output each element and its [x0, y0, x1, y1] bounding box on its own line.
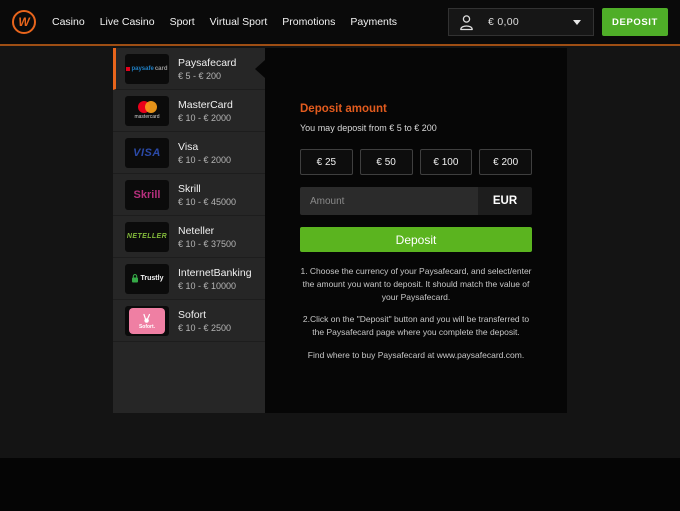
trustly-logo-icon: Trustly [125, 264, 169, 294]
navbar-right: € 0,00 DEPOSIT [448, 8, 668, 36]
amount-chip-200[interactable]: € 200 [479, 149, 532, 175]
method-skrill[interactable]: Skrill Skrill € 10 - € 45000 [113, 174, 265, 216]
paysafecard-logo-icon: paysafecard [125, 54, 169, 84]
mastercard-logo-text: mastercard [134, 114, 159, 120]
deposit-range-subtitle: You may deposit from € 5 to € 200 [300, 123, 532, 133]
amount-chip-25[interactable]: € 25 [300, 149, 353, 175]
method-range: € 10 - € 2500 [178, 323, 231, 333]
skrill-logo-icon: Skrill [125, 180, 169, 210]
instruction-step-1: 1. Choose the currency of your Paysafeca… [300, 265, 532, 303]
currency-label: EUR [478, 187, 532, 215]
nav-item-sport[interactable]: Sport [170, 16, 195, 28]
instruction-buy-info: Find where to buy Paysafecard at www.pay… [300, 349, 532, 362]
payment-methods-sidebar: paysafecard Paysafecard € 5 - € 200 mast… [113, 48, 265, 413]
sofort-logo-icon: Sofort. [125, 306, 169, 336]
preset-amounts: € 25 € 50 € 100 € 200 [300, 149, 532, 175]
method-range: € 10 - € 45000 [178, 197, 236, 207]
method-range: € 10 - € 2000 [178, 113, 233, 123]
method-visa[interactable]: VISA Visa € 10 - € 2000 [113, 132, 265, 174]
amount-chip-100[interactable]: € 100 [420, 149, 473, 175]
deposit-panel: Deposit amount You may deposit from € 5 … [265, 48, 567, 413]
method-name: Sofort [178, 309, 231, 321]
main-nav: Casino Live Casino Sport Virtual Sport P… [52, 16, 397, 28]
user-icon [459, 14, 474, 31]
method-name: InternetBanking [178, 267, 252, 279]
amount-input-row: EUR [300, 187, 532, 215]
method-range: € 10 - € 10000 [178, 281, 252, 291]
method-range: € 10 - € 37500 [178, 239, 236, 249]
method-sofort[interactable]: Sofort. Sofort € 10 - € 2500 [113, 300, 265, 342]
amount-input[interactable] [300, 187, 478, 215]
sofort-hand-icon [141, 312, 153, 324]
nav-item-payments[interactable]: Payments [350, 16, 397, 28]
visa-logo-icon: VISA [125, 138, 169, 168]
method-mastercard[interactable]: mastercard MasterCard € 10 - € 2000 [113, 90, 265, 132]
deposit-instructions: 1. Choose the currency of your Paysafeca… [300, 265, 532, 362]
nav-item-live-casino[interactable]: Live Casino [100, 16, 155, 28]
nav-item-virtual-sport[interactable]: Virtual Sport [210, 16, 268, 28]
trustly-logo-text: Trustly [141, 275, 164, 282]
nav-item-casino[interactable]: Casino [52, 16, 85, 28]
method-neteller[interactable]: NETELLER Neteller € 10 - € 37500 [113, 216, 265, 258]
paysafecard-logo-text2: card [155, 66, 168, 72]
sofort-logo-text: Sofort. [139, 324, 155, 330]
brand-logo-icon[interactable]: W [12, 10, 36, 34]
method-range: € 10 - € 2000 [178, 155, 231, 165]
deposit-amount-title: Deposit amount [300, 103, 532, 115]
deposit-page-content: paysafecard Paysafecard € 5 - € 200 mast… [113, 48, 567, 413]
method-name: Visa [178, 141, 231, 153]
instruction-step-2: 2.Click on the "Deposit" button and you … [300, 313, 532, 339]
neteller-logo-text: NETELLER [127, 233, 167, 240]
nav-item-promotions[interactable]: Promotions [282, 16, 335, 28]
brand-letter: W [18, 15, 29, 29]
chevron-down-icon [573, 20, 581, 25]
visa-logo-text: VISA [133, 147, 161, 159]
method-range: € 5 - € 200 [178, 71, 236, 81]
method-name: Paysafecard [178, 57, 236, 69]
neteller-logo-icon: NETELLER [125, 222, 169, 252]
mastercard-logo-icon: mastercard [125, 96, 169, 126]
footer [0, 458, 680, 511]
amount-chip-50[interactable]: € 50 [360, 149, 413, 175]
method-name: Neteller [178, 225, 236, 237]
method-internetbanking[interactable]: Trustly InternetBanking € 10 - € 10000 [113, 258, 265, 300]
deposit-submit-button[interactable]: Deposit [300, 227, 532, 252]
deposit-button-top[interactable]: DEPOSIT [602, 8, 668, 36]
method-paysafecard[interactable]: paysafecard Paysafecard € 5 - € 200 [113, 48, 265, 90]
paysafecard-logo-text: paysafe [131, 66, 153, 72]
skrill-logo-text: Skrill [134, 189, 161, 201]
trustly-lock-icon [131, 274, 139, 283]
paysafecard-mark-icon [126, 67, 130, 71]
method-name: Skrill [178, 183, 236, 195]
top-navbar: W Casino Live Casino Sport Virtual Sport… [0, 0, 680, 46]
method-name: MasterCard [178, 99, 233, 111]
balance-value: € 0,00 [488, 16, 519, 28]
account-balance-dropdown[interactable]: € 0,00 [448, 8, 594, 36]
